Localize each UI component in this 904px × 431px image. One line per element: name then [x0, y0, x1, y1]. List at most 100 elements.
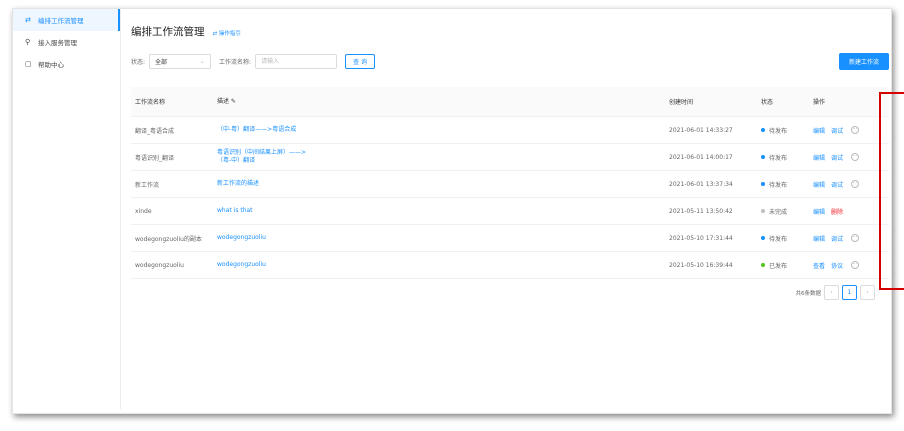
cell-name: xinde: [135, 207, 152, 215]
row-action-primary[interactable]: 查看: [813, 261, 825, 270]
header-status: 状态: [761, 99, 774, 106]
total-count: 共6条数据: [795, 290, 822, 297]
cell-desc[interactable]: what is that: [217, 207, 669, 215]
cell-status: 待发布: [761, 180, 813, 189]
cell-ops: 编辑 删除: [813, 207, 889, 216]
cell-status: 未完成: [761, 207, 813, 216]
cell-desc-line2: （粤-中）翻译: [217, 157, 256, 164]
cell-desc[interactable]: wodegongzuoliu: [217, 234, 669, 242]
new-workflow-button[interactable]: 新建工作流: [839, 53, 889, 70]
row-action-secondary[interactable]: 调试: [831, 234, 843, 243]
row-action-primary[interactable]: 编辑: [813, 126, 825, 135]
status-dot: [761, 155, 765, 159]
cell-desc-line1: wodegongzuoliu: [217, 261, 266, 268]
cell-desc-line1: 粤语识别（中间结果上屏）——>: [217, 149, 307, 156]
guide-link[interactable]: ⇄ 操作指引: [213, 29, 241, 37]
sidebar-item-service-management[interactable]: ⚲ 接入服务管理: [13, 31, 120, 53]
cell-desc[interactable]: 新工作流的描述: [217, 180, 669, 188]
cell-desc[interactable]: wodegongzuoliu: [217, 261, 669, 269]
cell-time: 2021-05-10 16:39:44: [669, 261, 733, 269]
sidebar-item-help-center[interactable]: ▢ 帮助中心: [13, 53, 120, 75]
more-icon[interactable]: ⋯: [851, 180, 860, 188]
cell-desc-line1: wodegongzuoliu: [217, 234, 266, 241]
status-text: 待发布: [769, 127, 788, 135]
cell-ops: 编辑 调试 ⋯: [813, 234, 889, 243]
table-row: wodegongzuoliu wodegongzuoliu 2021-05-10 1…: [131, 252, 889, 279]
row-action-secondary[interactable]: 删除: [831, 207, 843, 216]
status-dot: [761, 236, 765, 240]
status-dot: [761, 182, 765, 186]
row-action-secondary[interactable]: 协议: [831, 261, 843, 270]
flow-icon: ⇄: [25, 16, 31, 24]
table-row: 翻译_粤语合成 （中-粤）翻译——>粤语合成 2021-06-01 14:33:27…: [131, 117, 889, 144]
more-icon[interactable]: ⋯: [851, 126, 860, 134]
header-desc: 描述 ✎: [217, 97, 236, 105]
guide-link-label: 操作指引: [218, 31, 241, 37]
cell-desc[interactable]: （中-粤）翻译——>粤语合成: [217, 126, 669, 134]
cell-status: 待发布: [761, 153, 813, 162]
link-icon: ⚲: [25, 38, 31, 46]
workflow-table: 工作流名称 描述 ✎ 创建时间 状态 操作 翻译_粤语合成 （中-粤）翻译——>粤…: [131, 87, 889, 279]
status-text: 已发布: [769, 262, 788, 270]
cell-status: 待发布: [761, 126, 813, 135]
status-text: 未完成: [769, 208, 788, 216]
name-filter-label: 工作流名称:: [219, 59, 252, 66]
cell-name: 翻译_粤语合成: [135, 127, 175, 135]
table-row: xinde what is that 2021-05-11 13:50:42 未完成 编…: [131, 198, 889, 225]
row-action-primary[interactable]: 编辑: [813, 207, 825, 216]
table-row: wodegongzuoliu的副本 wodegongzuoliu 2021-05-1…: [131, 225, 889, 252]
more-icon[interactable]: ⋯: [851, 153, 860, 161]
cell-name: wodegongzuoliu的副本: [135, 235, 202, 243]
cell-name: 粤语识别_翻译: [135, 154, 175, 162]
page-title: 编排工作流管理: [131, 26, 205, 38]
cell-desc-line1: what is that: [217, 207, 253, 214]
row-action-primary[interactable]: 编辑: [813, 153, 825, 162]
cell-time: 2021-06-01 14:00:17: [669, 153, 733, 161]
table-body: 翻译_粤语合成 （中-粤）翻译——>粤语合成 2021-06-01 14:33:27…: [131, 117, 889, 279]
status-dot: [761, 209, 765, 213]
status-select[interactable]: 全部 ⌄: [149, 54, 212, 69]
sidebar-item-workflow-management[interactable]: ⇄ 编排工作流管理: [13, 9, 120, 31]
main-content: 编排工作流管理 ⇄ 操作指引 状态: 全部 ⌄ 工作流名称: 查 询 新建工作流…: [131, 9, 904, 413]
next-page-button[interactable]: ›: [860, 285, 875, 300]
guide-icon: ⇄: [212, 31, 218, 37]
table-row: 粤语识别_翻译 粤语识别（中间结果上屏）——> （粤-中）翻译 2021-06-01 …: [131, 144, 889, 171]
status-dot: [761, 128, 765, 132]
page-1-button[interactable]: 1: [842, 285, 857, 300]
filter-bar: 状态: 全部 ⌄ 工作流名称: 查 询 新建工作流: [131, 53, 889, 70]
row-action-secondary[interactable]: 调试: [831, 153, 843, 162]
table-row: 新工作流 新工作流的描述 2021-06-01 13:37:34 待发布 编辑 调试 ⋯: [131, 171, 889, 198]
prev-page-button[interactable]: ‹: [824, 285, 839, 300]
sidebar-item-label: 接入服务管理: [38, 39, 77, 47]
more-icon[interactable]: ⋯: [851, 234, 860, 242]
header-time: 创建时间: [669, 99, 694, 106]
cell-ops: 编辑 调试 ⋯: [813, 153, 889, 162]
row-action-secondary[interactable]: 调试: [831, 126, 843, 135]
cell-time: 2021-06-01 14:33:27: [669, 126, 733, 134]
query-button[interactable]: 查 询: [345, 54, 376, 69]
status-select-value: 全部: [155, 59, 168, 66]
title-row: 编排工作流管理 ⇄ 操作指引: [131, 24, 241, 39]
pagination: 共6条数据 ‹ 1 ›: [795, 285, 875, 300]
cell-desc-line1: （中-粤）翻译——>粤语合成: [217, 126, 297, 133]
cell-time: 2021-06-01 13:37:34: [669, 180, 733, 188]
more-icon[interactable]: ⋯: [851, 261, 860, 269]
cell-desc-line1: 新工作流的描述: [217, 180, 260, 187]
workflow-name-input[interactable]: [255, 54, 338, 69]
row-action-primary[interactable]: 编辑: [813, 234, 825, 243]
sidebar-item-label: 帮助中心: [38, 61, 64, 69]
row-action-primary[interactable]: 编辑: [813, 180, 825, 189]
row-action-secondary[interactable]: 调试: [831, 180, 843, 189]
cell-desc[interactable]: 粤语识别（中间结果上屏）——> （粤-中）翻译: [217, 149, 669, 165]
cell-status: 已发布: [761, 261, 813, 270]
status-dot: [761, 263, 765, 267]
status-text: 待发布: [769, 235, 788, 243]
cell-ops: 编辑 调试 ⋯: [813, 180, 889, 189]
header-ops: 操作: [813, 99, 826, 106]
app-window: ⇄ 编排工作流管理 ⚲ 接入服务管理 ▢ 帮助中心 编排工作流管理 ⇄ 操作指引…: [12, 8, 904, 414]
table-header: 工作流名称 描述 ✎ 创建时间 状态 操作: [131, 87, 889, 117]
chevron-down-icon: ⌄: [200, 58, 206, 65]
sidebar: ⇄ 编排工作流管理 ⚲ 接入服务管理 ▢ 帮助中心: [13, 9, 121, 409]
status-text: 待发布: [769, 154, 788, 162]
cell-name: wodegongzuoliu: [135, 261, 184, 269]
